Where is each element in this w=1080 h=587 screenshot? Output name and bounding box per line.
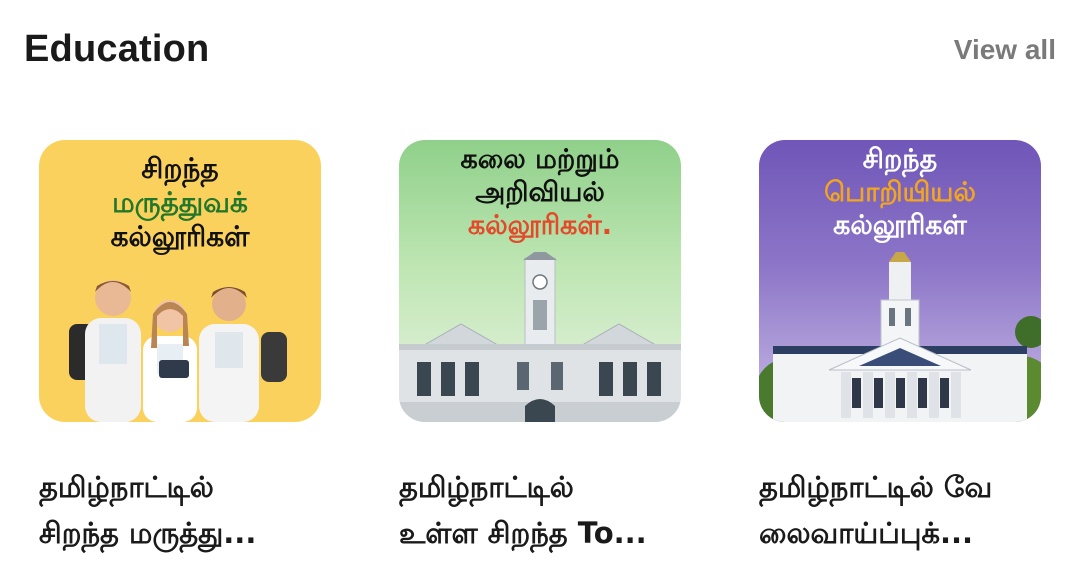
- article-title-line: தமிழ்நாட்டில்: [399, 470, 574, 504]
- thumbnail-heading: சிறந்த மருத்துவக் கல்லூரிகள்: [39, 152, 321, 254]
- thumbnail-line: கல்லூரிகள்: [110, 220, 250, 254]
- article-card-medical[interactable]: சிறந்த மருத்துவக் கல்லூரிகள் தமிழ்நாட்டி…: [39, 140, 321, 556]
- article-card-arts-science[interactable]: கலை மற்றும் அறிவியல் கல்லூரிகள். தமிழ்நா…: [399, 140, 681, 556]
- article-card-engineering[interactable]: சிறந்த பொறியியல் கல்லூரிகள் தமிழ்நாட்டில…: [759, 140, 1041, 556]
- thumbnail-line: கலை மற்றும்: [460, 144, 620, 175]
- section-header: Education View all: [24, 28, 1056, 71]
- engineering-college-illustration: [759, 252, 1041, 422]
- article-title-line: உள்ள சிறந்த To...: [399, 516, 647, 550]
- thumbnail-heading: சிறந்த பொறியியல் கல்லூரிகள்: [759, 144, 1041, 243]
- article-title[interactable]: தமிழ்நாட்டில் உள்ள சிறந்த To...: [399, 464, 729, 556]
- article-title[interactable]: தமிழ்நாட்டில் சிறந்த மருத்து...: [39, 464, 369, 556]
- thumbnail-line: மருத்துவக்: [112, 186, 248, 220]
- article-title-line: சிறந்த மருத்து...: [39, 516, 257, 550]
- college-building-illustration: [399, 252, 681, 422]
- thumbnail-line: கல்லூரிகள்.: [467, 209, 613, 241]
- thumbnail-heading: கலை மற்றும் அறிவியல் கல்லூரிகள்.: [399, 144, 681, 243]
- article-title-line: லைவாய்ப்புக்...: [759, 516, 974, 550]
- medical-students-illustration: [69, 280, 287, 422]
- thumbnail-line: சிறந்த: [141, 152, 219, 185]
- article-title-line: தமிழ்நாட்டில் வே: [759, 470, 993, 504]
- education-section: Education View all சிறந்த மருத்துவக் கல்…: [0, 0, 1080, 587]
- thumbnail-line: அறிவியல்: [475, 176, 605, 208]
- thumbnail-line: சிறந்த: [862, 144, 938, 175]
- article-thumbnail[interactable]: சிறந்த பொறியியல் கல்லூரிகள்: [759, 140, 1041, 422]
- article-thumbnail[interactable]: சிறந்த மருத்துவக் கல்லூரிகள்: [39, 140, 321, 422]
- view-all-link[interactable]: View all: [954, 34, 1056, 66]
- thumbnail-line: கல்லூரிகள்: [833, 209, 967, 241]
- article-title[interactable]: தமிழ்நாட்டில் வே லைவாய்ப்புக்...: [759, 464, 1069, 556]
- article-thumbnail[interactable]: கலை மற்றும் அறிவியல் கல்லூரிகள்.: [399, 140, 681, 422]
- thumbnail-line: பொறியியல்: [824, 176, 976, 208]
- section-title: Education: [24, 28, 210, 70]
- article-title-line: தமிழ்நாட்டில்: [39, 470, 214, 504]
